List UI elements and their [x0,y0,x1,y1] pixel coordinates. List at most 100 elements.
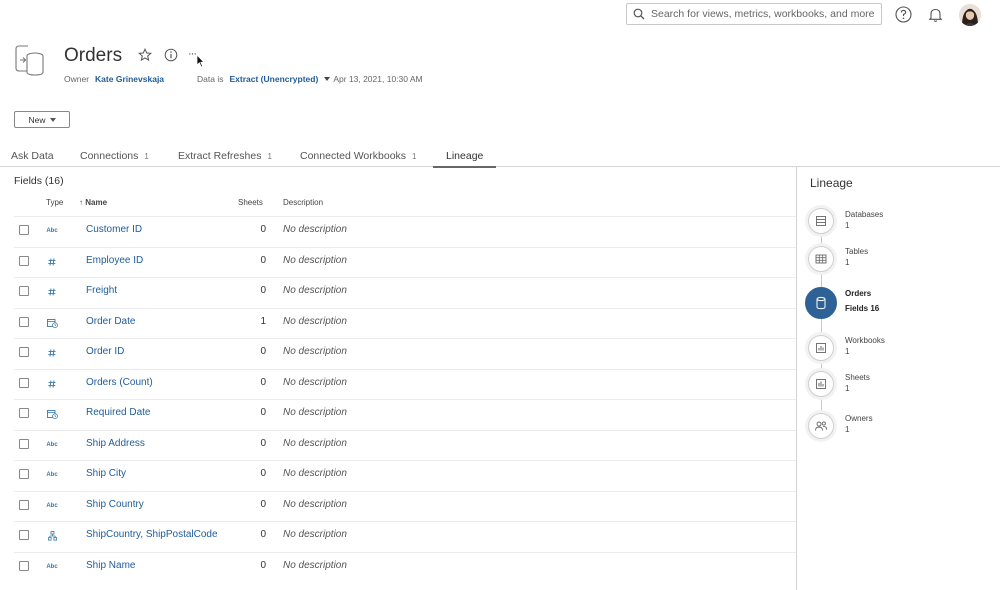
sheets-count: 0 [260,407,266,418]
lineage-label-sheets: Sheets 1 [845,373,870,393]
field-name-link[interactable]: Order ID [86,346,124,357]
lineage-node-orders[interactable] [805,287,837,319]
field-description: No description [283,315,347,327]
notification-bell-icon[interactable] [927,6,944,23]
sheets-count: 0 [260,468,266,479]
field-description: No description [283,559,347,571]
lineage-label-owners: Owners 1 [845,414,873,434]
row-checkbox[interactable] [19,225,29,235]
lineage-label-databases: Databases 1 [845,210,884,230]
sheets-count: 0 [260,437,266,449]
lineage-node-sheets[interactable] [808,371,834,397]
row-checkbox[interactable] [19,316,29,327]
new-button[interactable]: New [14,111,70,128]
string-type-icon: Abc [46,441,58,448]
tab-connected-workbooks[interactable]: Connected Workbooks 1 [300,150,416,166]
row-checkbox[interactable] [19,560,29,571]
field-description: No description [283,529,347,540]
row-checkbox[interactable] [19,408,29,418]
column-header-sheets[interactable]: Sheets [238,198,263,207]
sheets-count: 0 [260,224,266,235]
help-icon[interactable] [895,6,912,23]
field-description: No description [283,376,347,388]
table-row[interactable]: Freight 0 No description [14,277,796,307]
field-description: No description [283,346,347,357]
date-type-icon [44,408,60,420]
field-name-link[interactable]: Customer ID [86,224,142,235]
row-checkbox[interactable] [19,438,29,449]
table-icon [815,254,827,264]
tab-connections[interactable]: Connections 1 [80,150,149,166]
table-row[interactable]: Required Date 0 No description [14,399,796,429]
tab-ask-data[interactable]: Ask Data [11,150,54,166]
field-name-link[interactable]: Required Date [86,407,150,418]
database-icon [816,216,826,226]
field-description: No description [283,468,347,479]
field-name-link[interactable]: Ship Name [86,560,135,571]
sheets-count: 0 [260,529,266,540]
more-actions-icon[interactable]: ··· [188,48,197,60]
field-name-link[interactable]: Employee ID [86,255,143,266]
date-type-icon [44,317,60,329]
column-header-description[interactable]: Description [283,198,323,207]
column-header-type[interactable]: Type [46,198,63,207]
field-name-link[interactable]: Ship Country [86,499,144,510]
field-name-link[interactable]: ShipCountry, ShipPostalCode [86,529,218,540]
favorite-star-icon[interactable] [138,48,152,62]
avatar[interactable] [959,4,981,26]
lineage-node-workbooks[interactable] [808,335,834,361]
lineage-node-owners[interactable] [808,413,834,439]
extract-type-link[interactable]: Extract (Unencrypted) [230,74,319,84]
table-row[interactable]: Order ID 0 No description [14,338,796,368]
search-icon [633,8,645,20]
sheets-count: 0 [260,254,266,266]
table-row[interactable]: Order Date 1 No description [14,307,796,338]
table-row[interactable]: Employee ID 0 No description [14,246,796,277]
new-button-label: New [28,114,46,125]
number-type-icon [44,256,60,268]
sheets-count: 0 [260,285,266,296]
field-name-link[interactable]: Freight [86,285,117,296]
row-checkbox[interactable] [19,377,29,388]
field-name-link[interactable]: Orders (Count) [86,377,153,388]
sheet-icon [816,379,826,389]
field-description: No description [283,224,347,235]
field-description: No description [283,254,347,266]
row-checkbox[interactable] [19,255,29,266]
row-checkbox[interactable] [19,530,29,540]
table-row[interactable]: Abc Ship Country 0 No description [14,490,796,521]
row-checkbox[interactable] [19,347,29,357]
lineage-node-databases[interactable] [808,208,834,234]
row-checkbox[interactable] [19,499,29,510]
sheets-count: 0 [260,346,266,357]
chevron-down-icon [49,117,56,122]
string-type-icon: Abc [46,563,58,570]
search-box[interactable] [626,3,882,25]
table-row[interactable]: Abc Ship City 0 No description [14,460,796,490]
timestamp: Apr 13, 2021, 10:30 AM [333,74,423,84]
row-checkbox[interactable] [19,286,29,296]
field-name-link[interactable]: Order Date [86,316,135,327]
table-row[interactable]: Abc Ship Address 0 No description [14,429,796,460]
number-type-icon [44,378,60,390]
tab-bar: Ask Data Connections 1 Extract Refreshes 1… [0,150,1000,168]
tab-lineage[interactable]: Lineage [432,150,497,168]
table-row[interactable]: Orders (Count) 0 No description [14,368,796,399]
field-description: No description [283,437,347,449]
info-icon[interactable] [164,48,178,62]
owner-label: Owner [64,74,90,84]
table-row[interactable]: Abc Ship Name 0 No description [14,551,796,582]
table-row[interactable]: Abc Customer ID 0 No description [14,216,796,246]
owner-link[interactable]: Kate Grinevskaja [95,74,164,84]
tab-extract-refreshes[interactable]: Extract Refreshes 1 [178,150,272,166]
row-checkbox[interactable] [19,469,29,479]
table-row[interactable]: ShipCountry, ShipPostalCode 0 No descripti… [14,521,796,551]
extract-dropdown-icon[interactable] [324,77,331,81]
mouse-cursor-icon [196,54,205,68]
lineage-label-orders: Orders Fields 16 [845,289,880,313]
field-name-link[interactable]: Ship City [86,468,126,479]
search-input[interactable] [651,8,876,20]
lineage-node-tables[interactable] [808,246,834,272]
field-name-link[interactable]: Ship Address [86,438,145,449]
column-header-name[interactable]: ↑ Name [79,198,107,207]
